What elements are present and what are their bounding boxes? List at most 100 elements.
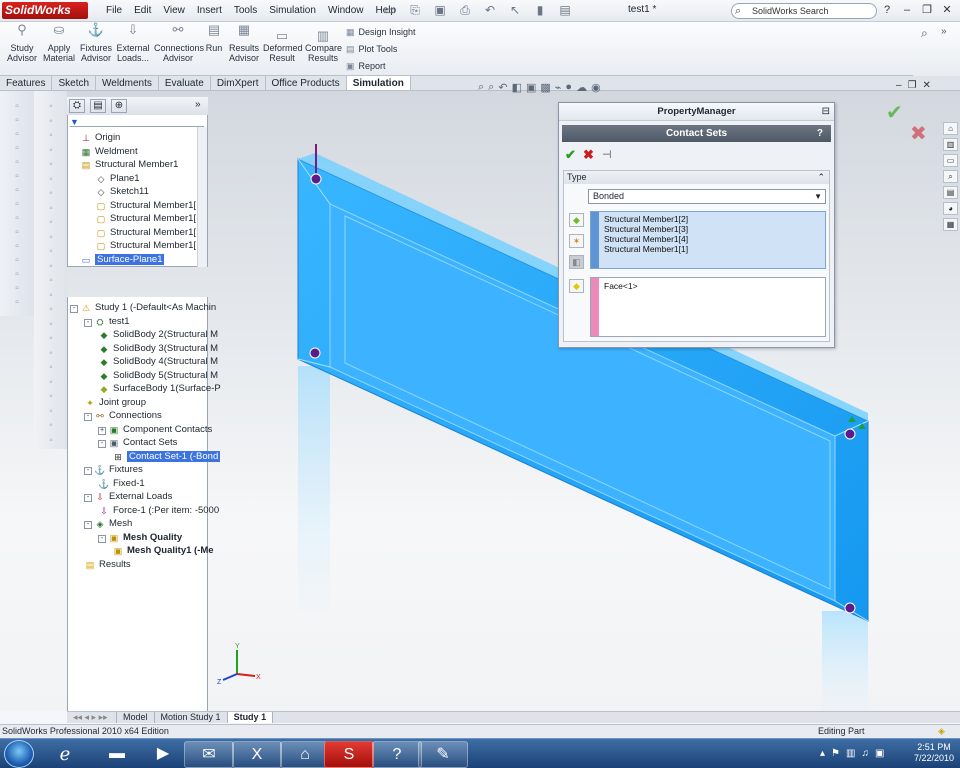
pm-pin-icon[interactable]: ⊟ (822, 106, 830, 117)
feature-tool-icon[interactable]: ◦ (44, 304, 58, 315)
sim-tree-item[interactable]: - ▣ Contact Sets (98, 437, 177, 449)
help-icon[interactable]: ? (878, 2, 896, 18)
tab-weldments[interactable]: Weldments (96, 76, 159, 90)
sim-tree-item[interactable]: ⚓ Fixed-1 (98, 478, 144, 490)
study-advisor-button[interactable]: ⚲ Study Advisor (6, 23, 38, 63)
zoom-fit-icon[interactable]: ⌕ (478, 81, 484, 94)
feature-tree-item[interactable]: ▢ Structural Member1[ (95, 240, 196, 252)
previous-view-icon[interactable]: ↶ (498, 81, 507, 94)
start-button[interactable] (4, 740, 34, 768)
help-taskbar-icon[interactable]: ? (372, 741, 422, 768)
feature-tree-item[interactable]: ⊥ Origin (80, 132, 120, 144)
feature-tree-item[interactable]: ▢ Structural Member1[ (95, 213, 196, 225)
save-icon[interactable]: ▣ (430, 3, 450, 18)
set2-item[interactable]: Face<1> (604, 281, 638, 291)
feature-tool-icon[interactable]: ◦ (44, 174, 58, 185)
tab-model[interactable]: Model (117, 712, 155, 723)
home-icon[interactable]: ⌂ (943, 122, 958, 135)
solidworks-logo[interactable]: SolidWorks (2, 2, 88, 19)
sim-tree-item[interactable]: ⇩ Force-1 (:Per item: -5000 (98, 505, 219, 517)
collapse-node-icon[interactable]: - (84, 521, 92, 529)
ok-button[interactable]: ✔ (565, 147, 576, 163)
collapse-node-icon[interactable]: - (84, 413, 92, 421)
collapse-node-icon[interactable]: - (84, 318, 92, 327)
tab-office-products[interactable]: Office Products (266, 76, 347, 90)
contact-marker-2[interactable] (309, 347, 321, 359)
feature-tool-icon[interactable]: ◦ (44, 333, 58, 344)
feature-tool-icon[interactable]: ◦ (44, 116, 58, 127)
sketch-tool-icon[interactable]: ▫ (10, 115, 24, 126)
menu-file[interactable]: File (100, 4, 128, 19)
sketch-tool-icon[interactable]: ▫ (10, 297, 24, 308)
sketch-tool-icon[interactable]: ▫ (10, 171, 24, 182)
menu-window[interactable]: Window (322, 4, 370, 19)
external-loads-button[interactable]: ⇩ External Loads... (115, 23, 151, 63)
feature-tool-icon[interactable]: ◦ (44, 319, 58, 330)
viewport-restore-button[interactable]: ❐ (908, 80, 917, 91)
run-button[interactable]: ▤ Run (204, 23, 224, 53)
tab-evaluate[interactable]: Evaluate (159, 76, 211, 90)
collapse-node-icon[interactable]: - (84, 467, 92, 475)
feature-tool-icon[interactable]: ◦ (44, 101, 58, 112)
connections-advisor-button[interactable]: ⚯ Connections Advisor (154, 23, 204, 63)
featuremanager-tab-icon[interactable]: ⛭ (69, 99, 85, 113)
sim-tree-item[interactable]: - ▣ Mesh Quality (98, 532, 182, 544)
select-icon[interactable]: ↖ (505, 3, 525, 18)
confirm-corner-ok-icon[interactable]: ✔ (886, 100, 903, 125)
collapse-node-icon[interactable]: - (98, 440, 106, 448)
options-icon[interactable]: ▤ (555, 3, 575, 18)
sketch-tool-icon[interactable]: ▫ (10, 241, 24, 252)
menu-edit[interactable]: Edit (128, 4, 157, 19)
hide-show-icon[interactable]: ⌁ (555, 81, 562, 94)
sketch-tool-icon[interactable]: ▫ (10, 101, 24, 112)
scene-icon[interactable]: ☁ (576, 81, 587, 94)
file-explorer-icon[interactable]: ▭ (943, 154, 958, 167)
outlook-taskbar-icon[interactable]: ✉ (184, 741, 234, 768)
feature-tool-icon[interactable]: ◦ (44, 188, 58, 199)
contact-marker-3[interactable] (844, 428, 856, 440)
search-commands-icon[interactable]: ⌕ (921, 26, 928, 41)
minimize-button[interactable]: – (898, 2, 916, 18)
media-player-icon[interactable]: ▶ (138, 741, 188, 768)
tree-expand-icon[interactable]: » (195, 99, 201, 110)
tab-dimxpert[interactable]: DimXpert (211, 76, 266, 90)
feature-tree-item[interactable]: ◇ Sketch11 (95, 186, 149, 198)
set1-auto-find-icon[interactable]: ◧ (569, 255, 584, 269)
sim-tree-item[interactable]: - ⚯ Connections (84, 410, 162, 422)
sim-tree-item[interactable]: - ⛭ test1 (84, 316, 130, 328)
appearance-icon[interactable]: ● (565, 81, 572, 94)
file-explorer-taskbar-icon[interactable]: ▬ (92, 741, 142, 768)
tab-sketch[interactable]: Sketch (52, 76, 97, 90)
keep-visible-pin-icon[interactable]: ⊣ (602, 148, 612, 161)
status-tag-icon[interactable]: ◈ (938, 725, 945, 738)
feature-tool-icon[interactable]: ◦ (44, 246, 58, 257)
feature-tree-item[interactable]: ▢ Structural Member1[ (95, 200, 196, 212)
collapse-node-icon[interactable]: - (70, 305, 78, 313)
sim-tree-item[interactable]: - ⇩ External Loads (84, 491, 172, 503)
feature-tool-icon[interactable]: ◦ (44, 406, 58, 417)
sketch-tool-icon[interactable]: ▫ (10, 213, 24, 224)
sim-tree-item[interactable]: ⊞ Contact Set-1 (-Bond (112, 450, 221, 463)
sim-tree-item[interactable]: ▣ Mesh Quality1 (-Me (112, 545, 214, 557)
restore-button[interactable]: ❐ (918, 2, 936, 18)
sim-tree-item[interactable]: ◆ SolidBody 2(Structural M (98, 329, 219, 341)
zoom-area-icon[interactable]: ⌕ (488, 81, 494, 94)
sim-tree-item[interactable]: - ⚠ Study 1 (-Default<As Machin (70, 302, 216, 314)
feature-tool-icon[interactable]: ◦ (44, 203, 58, 214)
compare-results-button[interactable]: ▥ Compare Results (305, 29, 342, 63)
sketch-tool-icon[interactable]: ▫ (10, 157, 24, 168)
tab-simulation[interactable]: Simulation (346, 76, 411, 90)
paint-taskbar-icon[interactable]: ✎ (418, 741, 468, 768)
viewport-close-button[interactable]: ✕ (923, 80, 931, 91)
sim-tree-item[interactable]: + ▣ Component Contacts (98, 424, 212, 436)
sim-tree-item[interactable]: - ⚓ Fixtures (84, 464, 143, 476)
search-results-icon[interactable]: ⌕ (943, 170, 958, 183)
deformed-result-button[interactable]: ▭ Deformed Result (263, 29, 303, 63)
feature-tree-item[interactable]: ▦ Weldment (80, 146, 138, 158)
pm-help-button[interactable]: ? (817, 125, 823, 142)
collapse-chevron-icon[interactable]: ⌃ (817, 171, 825, 184)
sketch-tool-icon[interactable]: ▫ (10, 255, 24, 266)
display-style-icon[interactable]: ▩ (540, 81, 550, 94)
sketch-tool-icon[interactable]: ▫ (10, 143, 24, 154)
expand-chevron-icon[interactable]: » (941, 26, 947, 37)
